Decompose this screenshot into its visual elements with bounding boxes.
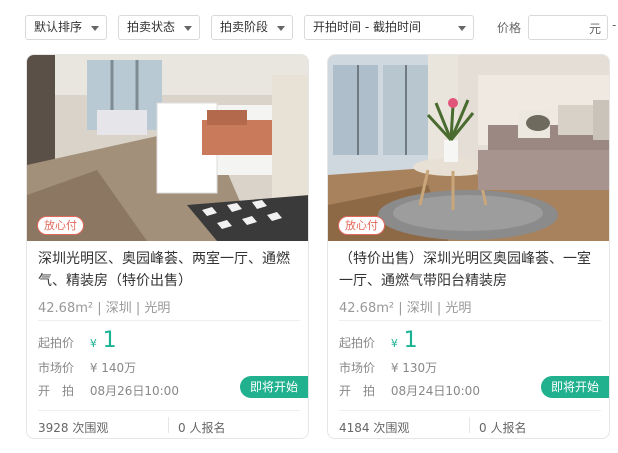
listing-card[interactable]: 放心付 深圳光明区、奥园峰荟、两室一厅、通燃气、精装房（特价出售） 42.68m… [26,54,309,439]
start-price-currency: ¥ [89,337,97,350]
chevron-down-icon [184,26,192,31]
divider [339,410,601,411]
apartment-photo-image [27,55,308,241]
listing-city: 深圳 [406,301,433,316]
start-price-value: 1 [403,328,418,353]
signup-count: 0 人报名 [178,421,226,435]
open-time-row: 开 拍 08月26日10:00 [38,382,179,399]
footer-separator [469,417,470,433]
status-badge: 即将开始 [240,376,308,398]
market-price-value: ¥ 140万 [89,361,137,375]
listing-district: 光明 [445,301,472,316]
filter-bar: 默认排序 拍卖状态 拍卖阶段 开拍时间 - 截拍时间 价格 元 - [0,0,618,50]
secure-pay-badge: 放心付 [338,216,385,235]
listing-title[interactable]: 深圳光明区、奥园峰荟、两室一厅、通燃气、精装房（特价出售） [38,248,302,292]
chevron-down-icon [277,26,285,31]
open-time-value: 08月26日10:00 [89,384,179,398]
market-price-row: 市场价 ¥ 130万 [339,359,437,376]
listing-city: 深圳 [105,301,132,316]
market-price-label: 市场价 [38,361,75,375]
status-badge: 即将开始 [541,376,609,398]
auction-status-dropdown[interactable]: 拍卖状态 [118,15,200,40]
view-count: 4184 次围观 [339,421,410,435]
market-price-row: 市场价 ¥ 140万 [38,359,136,376]
footer-separator [168,417,169,433]
open-time-row: 开 拍 08月24日10:00 [339,382,480,399]
start-price-label: 起拍价 [339,336,376,350]
start-price-row: 起拍价 ¥ 1 [339,330,418,356]
signup-count: 0 人报名 [479,421,527,435]
price-dash: - [612,18,617,32]
auction-stage-dropdown[interactable]: 拍卖阶段 [211,15,293,40]
listing-card[interactable]: 放心付 （特价出售）深圳光明区奥园峰荟、一室一厅、通燃气带阳台精装房 42.68… [327,54,610,439]
divider [38,410,300,411]
apartment-photo-image [328,55,609,241]
divider [339,320,601,321]
sort-dropdown-label: 默认排序 [34,20,83,34]
listing-area: 42.68m² [38,301,94,316]
price-label: 价格 [497,21,522,35]
listing-photo[interactable] [328,55,609,241]
chevron-down-icon [458,26,466,31]
listing-meta: 42.68m² | 深圳 | 光明 [38,297,170,316]
start-price-value: 1 [102,328,117,353]
open-time-value: 08月24日10:00 [390,384,480,398]
listing-area: 42.68m² [339,301,395,316]
listing-title[interactable]: （特价出售）深圳光明区奥园峰荟、一室一厅、通燃气带阳台精装房 [339,248,603,292]
listing-meta: 42.68m² | 深圳 | 光明 [339,297,471,316]
listing-photo[interactable] [27,55,308,241]
open-time-label: 开 拍 [38,384,75,398]
price-unit: 元 [588,22,601,36]
auction-stage-label: 拍卖阶段 [220,20,269,34]
chevron-down-icon [91,26,99,31]
secure-pay-badge: 放心付 [37,216,84,235]
time-range-label: 开拍时间 - 截拍时间 [313,20,421,34]
meta-separator: | [398,301,407,316]
divider [38,320,300,321]
market-price-label: 市场价 [339,361,376,375]
auction-status-label: 拍卖状态 [127,20,176,34]
start-price-label: 起拍价 [38,336,75,350]
meta-separator: | [97,301,106,316]
listing-district: 光明 [144,301,171,316]
price-min-input[interactable]: 元 [528,15,608,40]
start-price-row: 起拍价 ¥ 1 [38,330,117,356]
time-range-dropdown[interactable]: 开拍时间 - 截拍时间 [304,15,474,40]
market-price-value: ¥ 130万 [390,361,438,375]
sort-dropdown[interactable]: 默认排序 [25,15,107,40]
open-time-label: 开 拍 [339,384,376,398]
view-count: 3928 次围观 [38,421,109,435]
start-price-currency: ¥ [390,337,398,350]
